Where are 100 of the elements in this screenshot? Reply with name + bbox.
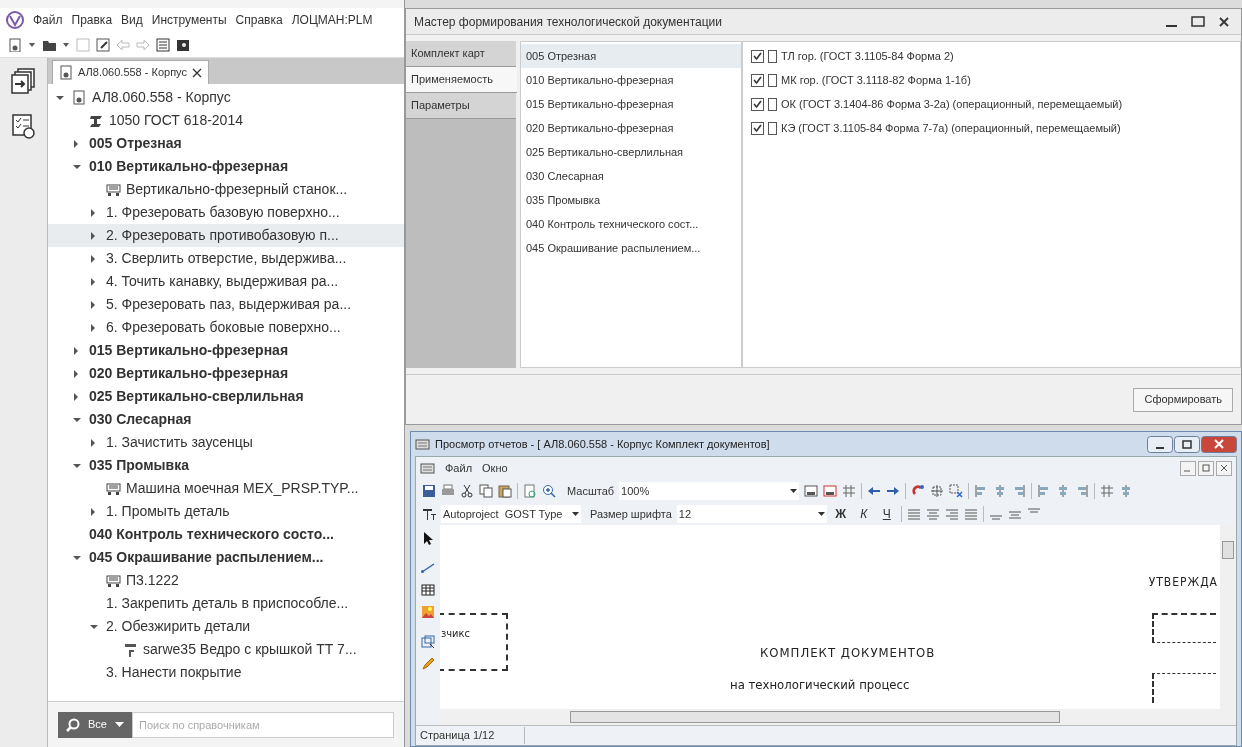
menu-item[interactable]: Правка	[71, 11, 113, 29]
arrow-left-icon[interactable]	[867, 484, 882, 498]
collapse-arrow-icon[interactable]	[73, 416, 81, 423]
expand-arrow-icon[interactable]	[73, 139, 79, 148]
close-button[interactable]	[1201, 435, 1237, 453]
menu-item[interactable]: Вид	[121, 11, 143, 29]
expand-arrow-icon[interactable]	[90, 254, 96, 263]
expand-arrow-icon[interactable]	[90, 323, 96, 332]
tree-item[interactable]: 1050 ГОСТ 618-2014	[109, 110, 243, 131]
tree-item[interactable]: 5. Фрезеровать паз, выдерживая ра...	[106, 294, 352, 315]
tree-item[interactable]: 4. Точить канавку, выдерживая ра...	[106, 271, 339, 292]
search-field[interactable]: Поиск по справочникам	[131, 711, 394, 738]
checkbox[interactable]	[751, 97, 764, 111]
tab[interactable]: Комплект карт	[406, 41, 516, 67]
selected-row[interactable]: 2. Фрезеровать противобазовую п...	[48, 224, 404, 247]
maximize-button[interactable]	[1174, 435, 1200, 453]
checkbox[interactable]	[751, 73, 764, 87]
tree-item[interactable]: 2. Обезжирить детали	[106, 616, 251, 637]
horizontal-scrollbar[interactable]	[440, 709, 1236, 725]
frame-icon[interactable]	[421, 635, 435, 649]
tree-item[interactable]: 030 Слесарная	[89, 409, 192, 430]
expand-arrow-icon[interactable]	[90, 208, 96, 217]
list-item[interactable]: 015 Вертикально-фрезерная	[521, 92, 741, 116]
checkbox[interactable]	[751, 49, 764, 63]
zoom-icon[interactable]	[542, 484, 556, 498]
expand-arrow-icon[interactable]	[73, 346, 79, 355]
cut-icon[interactable]	[460, 484, 474, 498]
menu-item[interactable]: ЛОЦМАН:PLM	[291, 11, 373, 29]
edit-icon[interactable]	[96, 37, 110, 52]
user-folder-icon[interactable]	[176, 37, 190, 52]
collapse-arrow-icon[interactable]	[73, 462, 81, 469]
dropdown-icon[interactable]	[28, 40, 36, 49]
page-layout-icon[interactable]	[804, 484, 819, 498]
zoom-combobox[interactable]: 100%	[619, 482, 800, 500]
pointer-icon[interactable]	[421, 531, 435, 545]
magnet-icon[interactable]	[911, 484, 926, 498]
maximize-icon[interactable]	[1191, 16, 1205, 27]
checklist-icon[interactable]	[11, 114, 36, 139]
list-item[interactable]: 035 Промывка	[521, 188, 741, 212]
tree-item[interactable]: 010 Вертикально-фрезерная	[89, 156, 289, 177]
window-icon[interactable]	[156, 37, 170, 52]
tree-item[interactable]: 3. Сверлить отверстие, выдержива...	[106, 248, 347, 269]
expand-arrow-icon[interactable]	[73, 369, 79, 378]
menu-item[interactable]: Файл	[33, 11, 63, 29]
close-icon[interactable]	[1219, 16, 1229, 27]
menu-item[interactable]: Окно	[482, 459, 508, 477]
menu-item[interactable]: Файл	[445, 459, 473, 477]
grid-icon[interactable]	[842, 484, 857, 498]
bold-button[interactable]: Ж	[831, 505, 850, 523]
list-item[interactable]: 005 Отрезная	[521, 44, 741, 68]
line-icon[interactable]	[421, 561, 435, 575]
expand-arrow-icon[interactable]	[90, 300, 96, 309]
deselect-icon[interactable]	[949, 484, 964, 498]
generate-button[interactable]: Сформировать	[1133, 387, 1233, 412]
underline-button[interactable]: Ч	[877, 505, 896, 523]
tree-item[interactable]: sarwe35 Ведро с крышкой ТТ 7...	[143, 639, 357, 660]
copy-icon[interactable]	[479, 484, 493, 498]
tree-item[interactable]: 005 Отрезная	[89, 133, 182, 154]
tree-item[interactable]: 040 Контроль технического состо...	[89, 524, 334, 545]
expand-arrow-icon[interactable]	[90, 438, 96, 447]
tree-item[interactable]: 1. Фрезеровать базовую поверхно...	[106, 202, 340, 223]
dropdown-icon[interactable]	[62, 40, 70, 49]
tree-item[interactable]: 2. Фрезеровать противобазовую п...	[106, 225, 339, 246]
arrow-right-icon[interactable]	[886, 484, 901, 498]
italic-button[interactable]: К	[854, 505, 873, 523]
list-item[interactable]: 025 Вертикально-сверлильная	[521, 140, 741, 164]
distribute-horizontal-icon[interactable]	[1100, 484, 1115, 498]
tree-item[interactable]: Машина моечная MEX_PRSP.TYP...	[126, 478, 359, 499]
menu-item[interactable]: Справка	[235, 11, 283, 29]
close-icon[interactable]	[192, 67, 202, 78]
list-item[interactable]: 040 Контроль технического сост...	[521, 212, 741, 236]
list-item[interactable]: 045 Окрашивание распылением...	[521, 236, 741, 260]
image-icon[interactable]	[421, 605, 435, 619]
list-item[interactable]: 020 Вертикально-фрезерная	[521, 116, 741, 140]
tree-item[interactable]: АЛ8.060.558 - Корпус	[92, 87, 231, 108]
windows-icon[interactable]	[11, 68, 36, 94]
tree-item[interactable]: 6. Фрезеровать боковые поверхно...	[106, 317, 341, 338]
expand-arrow-icon[interactable]	[90, 507, 96, 516]
tree-item[interactable]: 3. Нанести покрытие	[106, 662, 242, 683]
minimize-button[interactable]	[1147, 435, 1173, 453]
vertical-scrollbar[interactable]	[1220, 525, 1236, 709]
tree-item[interactable]: 015 Вертикально-фрезерная	[89, 340, 289, 361]
scope-dropdown[interactable]: Все	[58, 711, 132, 738]
tree-item[interactable]: П3.1222	[126, 570, 179, 591]
expand-arrow-icon[interactable]	[73, 392, 79, 401]
collapse-arrow-icon[interactable]	[56, 94, 64, 101]
tree-item[interactable]: 025 Вертикально-сверлильная	[89, 386, 304, 407]
collapse-arrow-icon[interactable]	[90, 623, 98, 630]
collapse-arrow-icon[interactable]	[73, 163, 81, 170]
collapse-arrow-icon[interactable]	[73, 554, 81, 561]
tree-item[interactable]: 1. Закрепить деталь в приспособле...	[106, 593, 349, 614]
tree-item[interactable]: 1. Зачистить заусенцы	[106, 432, 253, 453]
pencil-icon[interactable]	[421, 657, 435, 671]
font-combobox[interactable]: Autoproject GOST Type	[441, 505, 581, 523]
paste-icon[interactable]	[498, 484, 512, 498]
font-size-combobox[interactable]: 12	[676, 505, 827, 523]
table-icon[interactable]	[421, 583, 435, 597]
tree-item[interactable]: 045 Окрашивание распылением...	[89, 547, 324, 568]
new-document-icon[interactable]	[8, 37, 22, 52]
checkbox[interactable]	[751, 121, 764, 135]
